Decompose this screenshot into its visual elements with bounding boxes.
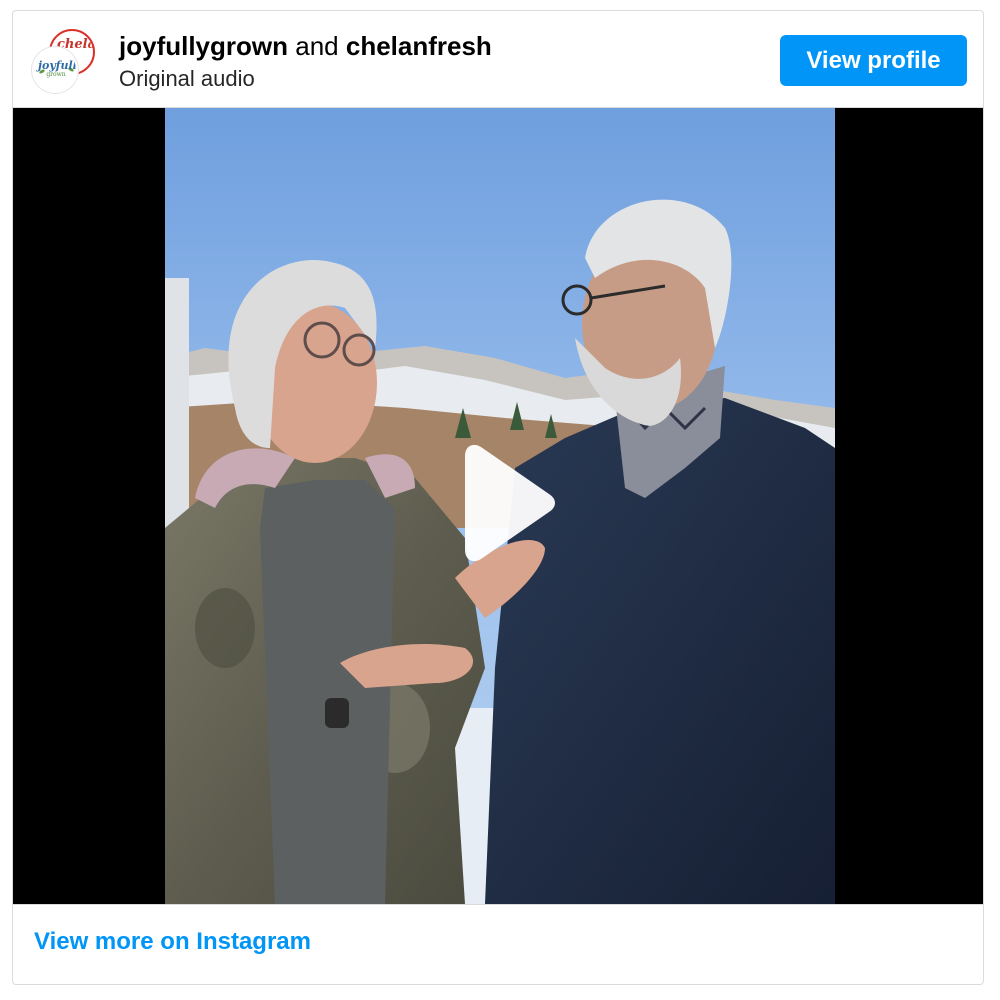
collab-avatars[interactable]: chelan joyfully grown [31, 29, 101, 99]
view-profile-button[interactable]: View profile [780, 35, 967, 86]
video-player[interactable] [13, 108, 983, 904]
post-header: chelan joyfully grown joyfullygrown and … [13, 11, 983, 108]
play-icon[interactable] [443, 438, 563, 568]
post-authors: joyfullygrown and chelanfresh [119, 31, 492, 61]
audio-label[interactable]: Original audio [119, 65, 255, 93]
joyfullygrown-avatar[interactable]: joyfully grown [32, 47, 78, 93]
view-more-on-instagram-link[interactable]: View more on Instagram [34, 927, 311, 957]
author-link-joyfullygrown[interactable]: joyfullygrown [119, 31, 288, 61]
instagram-embed-card: chelan joyfully grown joyfullygrown and … [12, 10, 984, 985]
author-conjunction: and [295, 31, 339, 61]
joyfullygrown-logo-text: joyfully grown [38, 60, 76, 79]
post-footer: View more on Instagram [13, 904, 983, 984]
author-link-chelanfresh[interactable]: chelanfresh [346, 31, 492, 61]
